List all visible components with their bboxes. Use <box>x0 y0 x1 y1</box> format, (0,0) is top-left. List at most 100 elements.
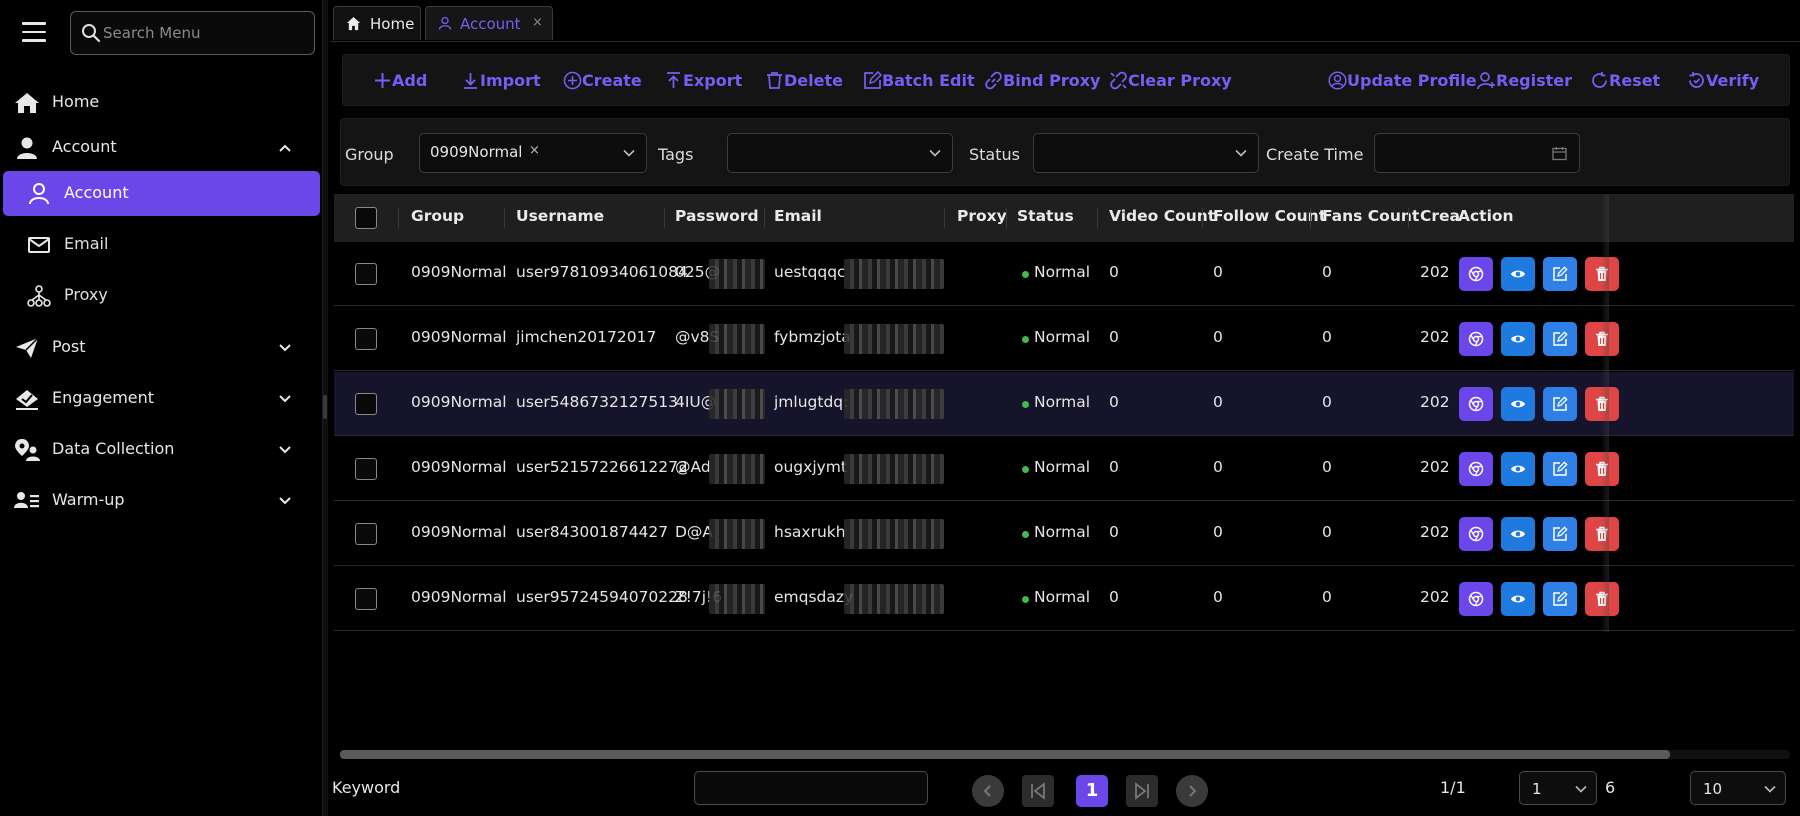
cell-username: user97810934061084 <box>516 263 688 281</box>
link-icon <box>985 71 1002 90</box>
last-page-button[interactable] <box>1126 775 1158 807</box>
table-row[interactable]: 0909Normal jimchen20172017 @v8S fybmzjota No… <box>334 307 1794 371</box>
user-icon <box>17 137 37 159</box>
sidebar-subitem-account[interactable]: Account <box>3 171 320 216</box>
open-browser-button[interactable] <box>1459 387 1493 421</box>
chrome-icon <box>1468 591 1484 607</box>
col-create-time[interactable]: Crea <box>1420 207 1460 225</box>
view-button[interactable] <box>1501 387 1535 421</box>
password-redaction <box>709 259 765 289</box>
col-group[interactable]: Group <box>411 207 464 225</box>
keyword-input[interactable] <box>694 771 928 805</box>
open-browser-button[interactable] <box>1459 257 1493 291</box>
edit-button[interactable] <box>1543 582 1577 616</box>
cell-follow-count: 0 <box>1213 263 1223 281</box>
view-button[interactable] <box>1501 452 1535 486</box>
search-menu-input[interactable] <box>103 20 303 46</box>
page-size-select[interactable]: 10 <box>1690 771 1786 805</box>
cell-create-time: 2025 <box>1420 393 1450 411</box>
tab-account[interactable]: Account × <box>425 6 553 40</box>
sidebar-resize-handle[interactable] <box>323 395 327 419</box>
edit-button[interactable] <box>1543 322 1577 356</box>
home-icon <box>346 16 361 31</box>
search-menu-box[interactable] <box>70 11 315 55</box>
tab-home[interactable]: Home <box>333 6 421 40</box>
edit-icon <box>1553 396 1568 411</box>
cell-follow-count: 0 <box>1213 458 1223 476</box>
status-dot <box>1022 466 1029 473</box>
sidebar-item-warmup[interactable]: Warm-up <box>0 477 322 525</box>
sidebar-subitem-proxy[interactable]: Proxy <box>3 273 320 318</box>
next-page-button[interactable] <box>1176 775 1208 807</box>
row-checkbox[interactable] <box>355 523 377 545</box>
sidebar-item-home[interactable]: Home <box>0 79 322 127</box>
table-row[interactable]: 0909Normal user843001874427 D@A hsaxrukh Nor… <box>334 502 1794 566</box>
tags-select[interactable] <box>727 133 953 173</box>
open-browser-button[interactable] <box>1459 517 1493 551</box>
view-button[interactable] <box>1501 582 1535 616</box>
open-browser-button[interactable] <box>1459 452 1493 486</box>
page-jump-value: 1 <box>1532 780 1542 798</box>
row-checkbox[interactable] <box>355 328 377 350</box>
first-page-button[interactable] <box>1022 775 1054 807</box>
table-row[interactable]: 0909Normal user97810934061084 025@ uestqqqc… <box>334 242 1794 306</box>
row-checkbox[interactable] <box>355 263 377 285</box>
col-email[interactable]: Email <box>774 207 822 225</box>
select-all-checkbox[interactable] <box>355 207 377 229</box>
edit-button[interactable] <box>1543 387 1577 421</box>
create-time-picker[interactable] <box>1374 133 1580 173</box>
chrome-icon <box>1468 526 1484 542</box>
col-proxy[interactable]: Proxy <box>957 207 1007 225</box>
page-jump-select[interactable]: 1 <box>1519 771 1597 805</box>
view-button[interactable] <box>1501 257 1535 291</box>
menu-toggle-icon[interactable] <box>22 22 46 42</box>
bind-proxy-label: Bind Proxy <box>1003 71 1101 90</box>
table-row[interactable]: 0909Normal user52157226612272 @Ad ougxjymt N… <box>334 437 1794 501</box>
tab-account-label: Account <box>460 15 521 33</box>
column-divider <box>1310 208 1311 228</box>
col-video-count[interactable]: Video Count <box>1109 207 1215 225</box>
view-button[interactable] <box>1501 517 1535 551</box>
open-browser-button[interactable] <box>1459 582 1493 616</box>
sidebar-item-engagement[interactable]: Engagement <box>0 375 322 423</box>
sidebar-item-data-collection[interactable]: Data Collection <box>0 426 322 474</box>
main-content: Home Account × Add Import Create Export … <box>330 0 1800 816</box>
col-password[interactable]: Password <box>675 207 759 225</box>
open-browser-button[interactable] <box>1459 322 1493 356</box>
view-button[interactable] <box>1501 322 1535 356</box>
group-filter-label: Group <box>345 145 394 164</box>
chevron-down-icon <box>1764 785 1776 793</box>
clear-proxy-label: Clear Proxy <box>1128 71 1232 90</box>
row-checkbox[interactable] <box>355 588 377 610</box>
col-fans-count[interactable]: Fans Count <box>1322 207 1419 225</box>
edit-button[interactable] <box>1543 257 1577 291</box>
sidebar-item-account[interactable]: Account <box>0 124 322 172</box>
current-page-button[interactable]: 1 <box>1076 775 1108 807</box>
edit-button[interactable] <box>1543 452 1577 486</box>
tab-close-icon[interactable]: × <box>532 15 543 30</box>
table-row[interactable]: 0909Normal user5486732127513 4IU@ jmlugtdq:… <box>334 372 1794 436</box>
cell-group: 0909Normal <box>411 328 507 346</box>
status-select[interactable] <box>1033 133 1259 173</box>
cell-fans-count: 0 <box>1322 523 1332 541</box>
sidebar-item-post[interactable]: Post <box>0 324 322 372</box>
cell-fans-count: 0 <box>1322 588 1332 606</box>
update-profile-label: Update Profile <box>1347 71 1477 90</box>
table-row[interactable]: 0909Normal user95724594070228 Z!7j!6 emqsda… <box>334 567 1794 631</box>
scrollbar-thumb[interactable] <box>340 750 1670 759</box>
horizontal-scrollbar[interactable] <box>340 750 1790 759</box>
col-status[interactable]: Status <box>1017 207 1074 225</box>
sidebar-subitem-email[interactable]: Email <box>3 222 320 267</box>
group-select[interactable]: 0909Normal × <box>419 133 647 173</box>
row-checkbox[interactable] <box>355 393 377 415</box>
row-checkbox[interactable] <box>355 458 377 480</box>
chevron-down-icon <box>623 149 635 157</box>
chip-close-icon[interactable]: × <box>529 143 540 158</box>
send-icon <box>16 337 39 358</box>
col-username[interactable]: Username <box>516 207 604 225</box>
prev-page-button[interactable] <box>972 775 1004 807</box>
col-action: Action <box>1458 207 1514 225</box>
chrome-icon <box>1468 396 1484 412</box>
edit-button[interactable] <box>1543 517 1577 551</box>
column-divider <box>1006 208 1007 228</box>
